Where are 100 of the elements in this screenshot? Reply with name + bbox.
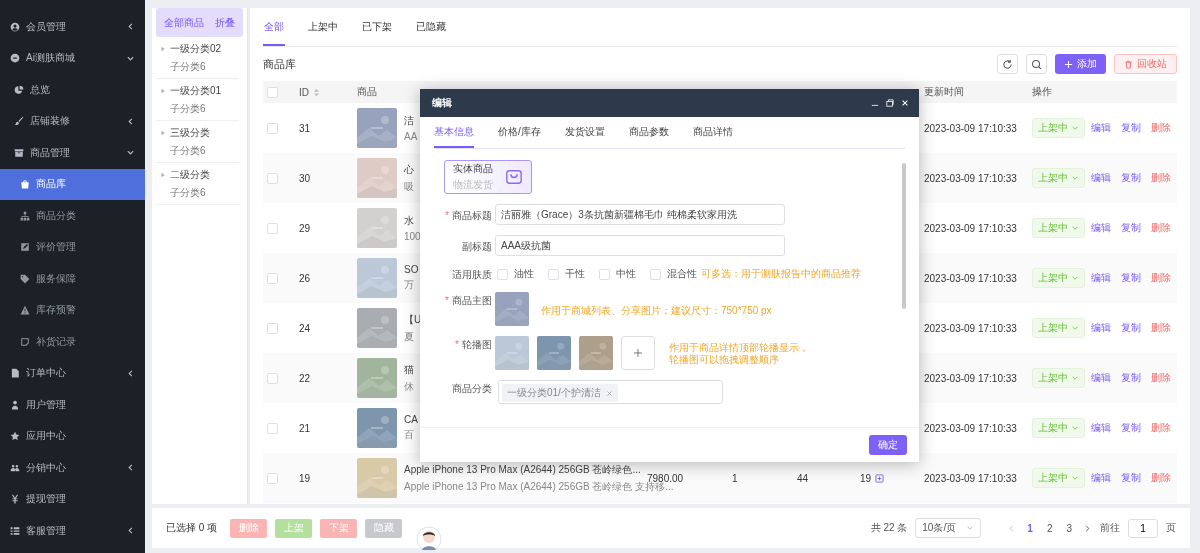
product-type-card[interactable]: 实体商品 物流发货	[444, 160, 532, 194]
refresh-button[interactable]	[997, 54, 1018, 74]
sidebar-item[interactable]: 提现管理	[0, 483, 145, 515]
page-size-select[interactable]: 10条/页	[915, 518, 982, 538]
delete-link[interactable]: 删除	[1151, 271, 1171, 285]
warning-icon	[20, 305, 30, 316]
row-checkbox[interactable]	[267, 222, 278, 234]
row-checkbox[interactable]	[267, 272, 278, 284]
category-item[interactable]: 一级分类02 子分类6	[156, 37, 239, 79]
restore-icon[interactable]	[886, 99, 894, 107]
avatar-icon[interactable]	[416, 526, 442, 552]
sidebar-item[interactable]: 会员管理	[0, 11, 145, 43]
sidebar-item[interactable]: Ai测肤商城	[0, 42, 145, 74]
sidebar-item[interactable]: 店铺装修	[0, 105, 145, 137]
action-link[interactable]: 编辑	[1091, 371, 1111, 385]
product-subtitle: 夏	[404, 329, 414, 344]
row-checkbox[interactable]	[267, 122, 278, 134]
product-title: SO	[404, 264, 419, 275]
row-checkbox[interactable]	[267, 322, 278, 334]
action-link[interactable]: 编辑	[1091, 271, 1111, 285]
action-link[interactable]: 编辑	[1091, 171, 1111, 185]
action-link[interactable]: 编辑	[1091, 121, 1111, 135]
row-checkbox[interactable]	[267, 422, 278, 434]
column-header[interactable]: ID	[299, 86, 309, 98]
action-link[interactable]: 编辑	[1091, 221, 1111, 235]
add-button[interactable]: 添加	[1055, 54, 1106, 74]
sidebar-item[interactable]: 用户管理	[0, 389, 145, 421]
sidebar-item[interactable]: 补货记录	[0, 326, 145, 358]
tab[interactable]: 上架中	[307, 10, 339, 46]
title-input[interactable]: 洁丽雅（Grace）3条抗菌新疆棉毛巾 纯棉柔软家用洗	[495, 204, 785, 225]
tab[interactable]: 价格/库存	[498, 117, 541, 148]
chevron-down-icon	[1071, 324, 1079, 332]
select-all-checkbox[interactable]	[267, 86, 278, 98]
sidebar-item[interactable]: 客服管理	[0, 515, 145, 547]
search-button[interactable]	[1026, 54, 1047, 74]
search-icon	[1031, 58, 1042, 70]
tab[interactable]: 全部	[263, 10, 285, 46]
sidebar-item[interactable]: 服务保障	[0, 263, 145, 295]
page-number[interactable]: 3	[1063, 522, 1075, 534]
category-item[interactable]: 二级分类 子分类6	[156, 163, 239, 205]
sidebar-item[interactable]: 总览	[0, 74, 145, 106]
sidebar-item[interactable]: 分销中心	[0, 452, 145, 484]
delete-link[interactable]: 删除	[1151, 321, 1171, 335]
action-link[interactable]: 复制	[1121, 371, 1141, 385]
action-link[interactable]: 复制	[1121, 171, 1141, 185]
delete-link[interactable]: 删除	[1151, 171, 1171, 185]
checkbox-option[interactable]: 中性	[599, 267, 636, 281]
confirm-button[interactable]: 确定	[869, 435, 907, 455]
tab[interactable]: 已隐藏	[415, 10, 447, 46]
subtitle-input[interactable]: AAA级抗菌	[495, 235, 785, 256]
action-link[interactable]: 编辑	[1091, 421, 1111, 435]
category-header[interactable]: 全部商品 折叠	[156, 8, 243, 37]
next-page-icon[interactable]	[1083, 523, 1092, 533]
field-label: 商品分类	[451, 382, 492, 396]
category-item[interactable]: 一级分类01 子分类6	[156, 79, 239, 121]
sidebar-item[interactable]: 商品分类	[0, 200, 145, 232]
checkbox-option[interactable]: 干性	[548, 267, 585, 281]
collapse-link[interactable]: 折叠	[215, 15, 235, 30]
sidebar-item[interactable]: 应用中心	[0, 420, 145, 452]
sidebar-item[interactable]: 评价管理	[0, 231, 145, 263]
action-link[interactable]: 复制	[1121, 421, 1141, 435]
sidebar-item[interactable]: 商品库	[0, 168, 145, 200]
page-number[interactable]: 1	[1024, 522, 1036, 534]
row-checkbox[interactable]	[267, 172, 278, 184]
tab[interactable]: 发货设置	[564, 117, 605, 148]
product-title: 心	[404, 162, 414, 177]
delete-link[interactable]: 删除	[1151, 471, 1171, 485]
plus-square-icon[interactable]	[875, 473, 885, 483]
sort-icon[interactable]	[313, 87, 320, 97]
sidebar-item[interactable]: 订单中心	[0, 357, 145, 389]
action-link[interactable]: 复制	[1121, 221, 1141, 235]
delete-link[interactable]: 删除	[1151, 221, 1171, 235]
category-select[interactable]: 一级分类01/个护清洁	[498, 380, 723, 404]
delete-link[interactable]: 删除	[1151, 421, 1171, 435]
action-link[interactable]: 复制	[1121, 121, 1141, 135]
action-link[interactable]: 编辑	[1091, 321, 1111, 335]
upload-button[interactable]	[621, 336, 655, 370]
page-input[interactable]: 1	[1128, 518, 1158, 538]
recycle-bin-button[interactable]: 回收站	[1114, 54, 1177, 74]
tab[interactable]: 基本信息	[434, 117, 474, 148]
page-number[interactable]: 2	[1043, 522, 1056, 534]
action-link[interactable]: 编辑	[1091, 471, 1111, 485]
table-cell: 2023-03-09 17:10:33	[924, 322, 1017, 334]
action-link[interactable]: 复制	[1121, 321, 1141, 335]
row-checkbox[interactable]	[267, 372, 278, 384]
category-item[interactable]: 三级分类 子分类6	[156, 121, 239, 163]
tab[interactable]: 已下架	[361, 10, 393, 46]
action-link[interactable]: 复制	[1121, 471, 1141, 485]
action-link[interactable]: 复制	[1121, 271, 1141, 285]
checkbox-option[interactable]: 混合性	[650, 267, 697, 281]
sidebar-item[interactable]: 商品管理	[0, 137, 145, 169]
tab[interactable]: 商品详情	[692, 117, 733, 148]
scrollbar[interactable]	[902, 163, 906, 309]
row-checkbox[interactable]	[267, 472, 278, 484]
tab[interactable]: 商品参数	[628, 117, 669, 148]
delete-link[interactable]: 删除	[1151, 121, 1171, 135]
sidebar-item[interactable]: 库存预警	[0, 294, 145, 326]
box-icon	[14, 147, 24, 158]
checkbox-option[interactable]: 油性	[497, 267, 534, 281]
delete-link[interactable]: 删除	[1151, 371, 1171, 385]
